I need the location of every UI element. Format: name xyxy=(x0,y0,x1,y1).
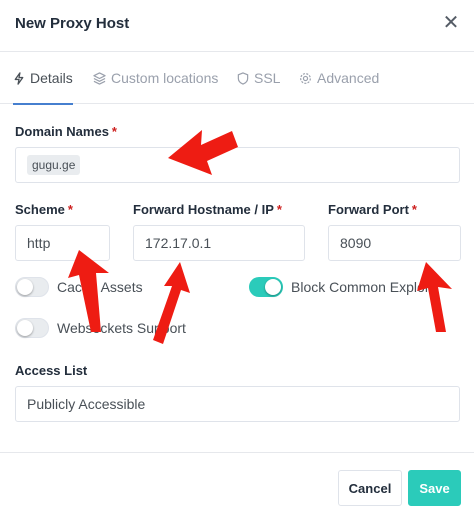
domain-chip[interactable]: gugu.ge xyxy=(27,155,81,175)
new-proxy-host-dialog: New Proxy Host ✕ Details Custom location… xyxy=(0,0,474,519)
forward-hostname-value: 172.17.0.1 xyxy=(145,235,212,251)
gear-icon xyxy=(300,72,311,84)
required-marker: * xyxy=(276,202,282,217)
tab-ssl[interactable]: SSL xyxy=(237,52,280,104)
domain-names-label: Domain Names * xyxy=(15,124,117,139)
forward-port-value: 8090 xyxy=(340,235,372,251)
websockets-support-toggle[interactable]: Websockets Support xyxy=(15,318,186,338)
forward-hostname-label: Forward Hostname / IP * xyxy=(133,202,282,217)
close-icon[interactable]: ✕ xyxy=(440,12,462,34)
arrow-forward-port xyxy=(417,262,452,332)
shield-icon xyxy=(237,71,249,85)
cache-assets-switch[interactable] xyxy=(15,277,49,297)
required-marker: * xyxy=(411,202,417,217)
layers-icon xyxy=(93,71,106,85)
websockets-support-label: Websockets Support xyxy=(57,320,186,336)
block-common-exploits-toggle[interactable]: Block Common Exploits xyxy=(249,277,439,297)
required-marker: * xyxy=(111,124,117,139)
tab-custom-locations-label: Custom locations xyxy=(111,70,219,86)
tab-details-label: Details xyxy=(30,70,73,86)
tab-ssl-label: SSL xyxy=(254,70,281,86)
scheme-field[interactable]: http xyxy=(15,225,110,261)
block-common-exploits-switch[interactable] xyxy=(249,277,283,297)
scheme-value: http xyxy=(27,235,51,251)
scheme-label: Scheme * xyxy=(15,202,73,217)
forward-port-field[interactable]: 8090 xyxy=(328,225,461,261)
cache-assets-toggle[interactable]: Cache Assets xyxy=(15,277,143,297)
forward-hostname-field[interactable]: 172.17.0.1 xyxy=(133,225,305,261)
cache-assets-label: Cache Assets xyxy=(57,279,143,295)
cancel-button[interactable]: Cancel xyxy=(338,470,402,506)
tab-advanced-label: Advanced xyxy=(317,70,380,86)
block-common-exploits-label: Block Common Exploits xyxy=(291,279,439,295)
websockets-support-switch[interactable] xyxy=(15,318,49,338)
tab-details[interactable]: Details xyxy=(13,52,73,105)
required-marker: * xyxy=(67,202,73,217)
dialog-header: New Proxy Host ✕ xyxy=(0,0,474,52)
tab-bar: Details Custom locations SSL Advanced xyxy=(0,52,474,105)
tab-advanced[interactable]: Advanced xyxy=(299,52,379,104)
dialog-footer: Cancel Save xyxy=(0,452,474,519)
access-list-value: Publicly Accessible xyxy=(27,396,146,412)
save-button[interactable]: Save xyxy=(408,470,461,506)
domain-names-input[interactable]: gugu.ge xyxy=(15,147,460,183)
access-list-label: Access List xyxy=(15,363,88,378)
bolt-icon xyxy=(14,71,24,85)
tab-custom-locations[interactable]: Custom locations xyxy=(93,52,218,104)
access-list-select[interactable]: Publicly Accessible xyxy=(15,386,460,422)
dialog-title: New Proxy Host xyxy=(15,15,130,32)
forward-port-label: Forward Port * xyxy=(328,202,417,217)
